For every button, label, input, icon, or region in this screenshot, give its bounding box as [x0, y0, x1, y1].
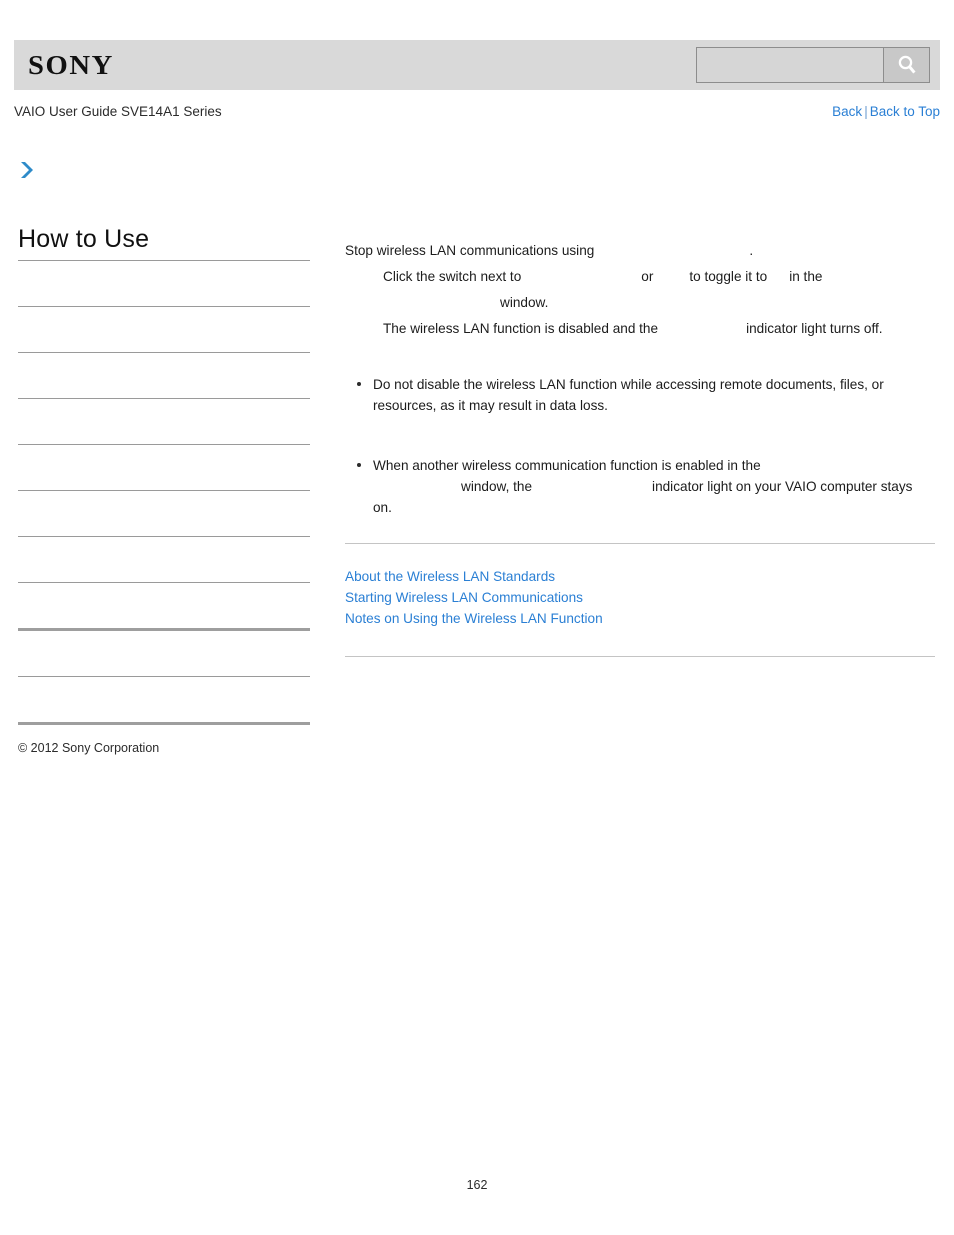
site-header: SONY [14, 40, 940, 90]
step-text-1: Stop wireless LAN communications using [345, 243, 595, 258]
sidebar-item-4[interactable] [18, 399, 310, 444]
step-text-2a: Click the switch next to [383, 269, 522, 284]
notes-list: Do not disable the wireless LAN function… [345, 374, 935, 518]
note-1-line-2: resources, as it may result in data loss… [373, 398, 608, 413]
main-content: Stop wireless LAN communications using. … [345, 238, 935, 657]
related-links: About the Wireless LAN Standards Startin… [345, 566, 935, 629]
sidebar-item-3[interactable] [18, 353, 310, 398]
step-text-4a: The wireless LAN function is disabled an… [383, 321, 659, 336]
step-line-2: Click the switch next to or to toggle it t… [345, 264, 935, 290]
sidebar-item-10[interactable] [18, 677, 310, 722]
page-title: VAIO User Guide SVE14A1 Series [14, 103, 222, 119]
nav-separator: | [864, 103, 868, 119]
step-line-1: Stop wireless LAN communications using. [345, 238, 935, 264]
step-text-1-end: . [749, 243, 754, 258]
step-text-4b: indicator light turns off. [746, 321, 883, 336]
sidebar-item-7[interactable] [18, 537, 310, 582]
note-item: Do not disable the wireless LAN function… [345, 374, 935, 416]
sidebar-item-5[interactable] [18, 445, 310, 490]
page-number: 162 [466, 1178, 488, 1192]
note-item: When another wireless communication func… [345, 455, 935, 518]
step-text-2b: or [641, 269, 654, 284]
content-divider-top [345, 543, 935, 544]
related-link-3[interactable]: Notes on Using the Wireless LAN Function [345, 608, 935, 629]
sidebar-heading: How to Use [18, 225, 150, 253]
search-icon [895, 53, 919, 77]
back-link[interactable]: Back [832, 104, 862, 119]
sony-logo: SONY [28, 50, 114, 80]
chevron-right-icon[interactable] [18, 160, 310, 180]
sidebar-item-6[interactable] [18, 491, 310, 536]
sidebar-nav [18, 260, 310, 725]
step-text-2d: in the [789, 269, 823, 284]
step-line-3: window. [500, 295, 549, 310]
related-link-1[interactable]: About the Wireless LAN Standards [345, 566, 935, 587]
step-text-2c: to toggle it to [689, 269, 768, 284]
note-2-line-1: When another wireless communication func… [373, 458, 761, 473]
note-1-line-1: Do not disable the wireless LAN function… [373, 377, 884, 392]
copyright-notice: © 2012 Sony Corporation [18, 741, 160, 755]
search-input[interactable] [696, 47, 884, 83]
search-area [696, 47, 930, 83]
header-nav: Back | Back to Top [832, 104, 940, 119]
content-divider-bottom [345, 656, 935, 657]
note-2-line-2b: indicator light on your VAIO computer st… [373, 479, 913, 515]
related-link-2[interactable]: Starting Wireless LAN Communications [345, 587, 935, 608]
sidebar: How to Use [18, 160, 310, 725]
sidebar-item-1[interactable] [18, 261, 310, 306]
note-2-line-2a: window, the [461, 479, 533, 494]
sidebar-item-8[interactable] [18, 583, 310, 628]
search-button[interactable] [884, 47, 930, 83]
sidebar-divider-thick [18, 722, 310, 725]
guide-title-row: VAIO User Guide SVE14A1 Series Back | Back… [14, 101, 940, 121]
back-to-top-link[interactable]: Back to Top [870, 104, 940, 119]
sidebar-item-9[interactable] [18, 631, 310, 676]
step-line-4: The wireless LAN function is disabled an… [345, 316, 935, 342]
sidebar-item-2[interactable] [18, 307, 310, 352]
